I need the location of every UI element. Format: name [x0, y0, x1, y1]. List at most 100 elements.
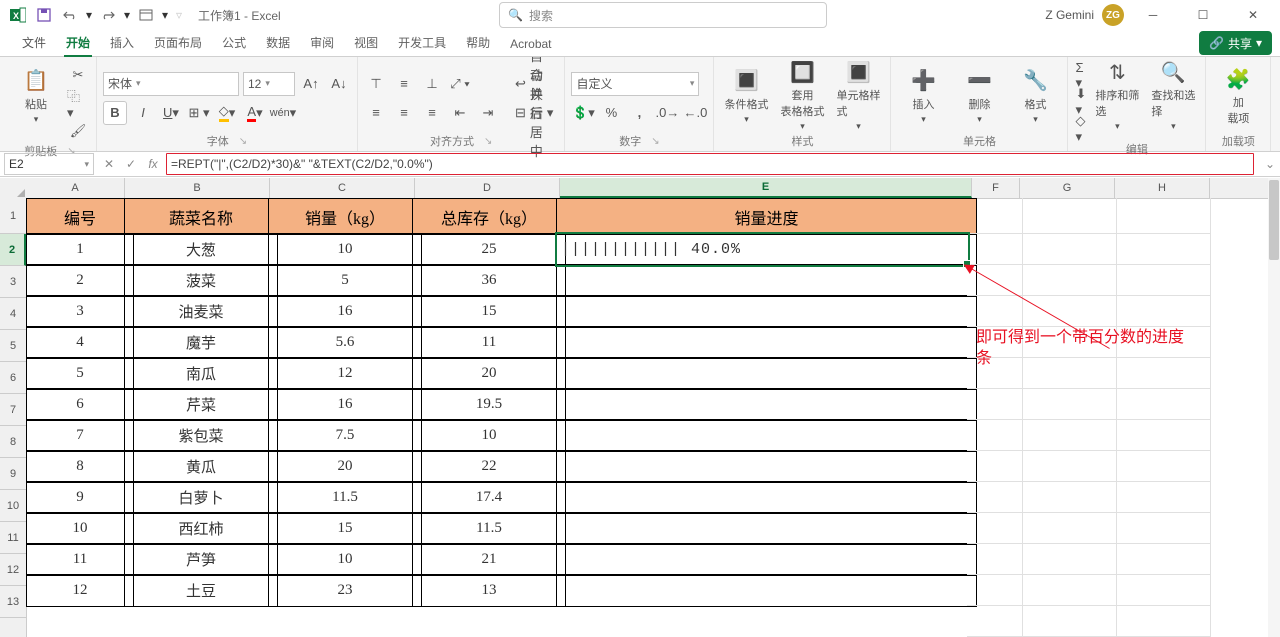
align-dialog-icon[interactable]: ↘: [484, 136, 492, 147]
bold-button[interactable]: B: [103, 101, 127, 125]
tab-review[interactable]: 审阅: [300, 29, 344, 56]
row-header-13[interactable]: 13: [0, 586, 26, 618]
cell-B6[interactable]: 南瓜: [124, 357, 278, 390]
cell-A6[interactable]: 5: [26, 357, 134, 390]
shrink-font-icon[interactable]: A↓: [327, 72, 351, 96]
search-input[interactable]: 🔍 搜索: [499, 2, 827, 28]
number-format-combo[interactable]: 自定义▾: [571, 72, 699, 96]
cell-A2[interactable]: 1: [26, 233, 134, 266]
cell-B7[interactable]: 芹菜: [124, 388, 278, 421]
col-header-A[interactable]: A: [26, 178, 125, 198]
cell-blank[interactable]: [1108, 512, 1211, 544]
conditional-format-button[interactable]: 🔳条件格式▾: [720, 63, 772, 129]
cell-D10[interactable]: 17.4: [412, 481, 566, 514]
align-center-icon[interactable]: ≡: [392, 101, 416, 125]
avatar[interactable]: ZG: [1102, 4, 1124, 26]
tab-formulas[interactable]: 公式: [212, 29, 256, 56]
row-header-4[interactable]: 4: [0, 298, 26, 330]
find-select-button[interactable]: 🔍查找和选择▾: [1147, 63, 1199, 129]
cell-B5[interactable]: 魔芋: [124, 326, 278, 359]
col-header-G[interactable]: G: [1020, 178, 1115, 198]
cell-E7[interactable]: [556, 388, 977, 421]
clear-icon[interactable]: ◇ ▾: [1074, 117, 1087, 141]
inc-decimal-icon[interactable]: .0→: [655, 101, 679, 125]
grow-font-icon[interactable]: A↑: [299, 72, 323, 96]
share-button[interactable]: 🔗共享 ▾: [1199, 31, 1272, 55]
cell-E3[interactable]: [556, 264, 977, 297]
copy-icon[interactable]: ⿻ ▾: [66, 91, 90, 115]
cell-A11[interactable]: 10: [26, 512, 134, 545]
cell-B2[interactable]: 大葱: [124, 233, 278, 266]
cell-blank[interactable]: [1014, 198, 1117, 234]
cell-blank[interactable]: [1108, 450, 1211, 482]
cell-A13[interactable]: 12: [26, 574, 134, 607]
cell-C12[interactable]: 10: [268, 543, 422, 576]
header-cell[interactable]: 编号: [26, 198, 134, 235]
cell-A10[interactable]: 9: [26, 481, 134, 514]
cell-B4[interactable]: 油麦菜: [124, 295, 278, 328]
row-header-6[interactable]: 6: [0, 362, 26, 394]
col-header-H[interactable]: H: [1115, 178, 1210, 198]
italic-button[interactable]: I: [131, 101, 155, 125]
cell-B8[interactable]: 紫包菜: [124, 419, 278, 452]
tab-home[interactable]: 开始: [56, 29, 100, 56]
cell-D7[interactable]: 19.5: [412, 388, 566, 421]
cell-A12[interactable]: 11: [26, 543, 134, 576]
dec-decimal-icon[interactable]: ←.0: [683, 101, 707, 125]
cell-A9[interactable]: 8: [26, 450, 134, 483]
formula-input[interactable]: =REPT("|",(C2/D2)*30)&" "&TEXT(C2/D2,"0.…: [166, 153, 1254, 175]
cell-D3[interactable]: 36: [412, 264, 566, 297]
paste-button[interactable]: 📋 粘贴 ▾: [10, 63, 62, 129]
header-cell[interactable]: 销量进度: [556, 198, 977, 235]
maximize-button[interactable]: ☐: [1182, 0, 1224, 30]
header-cell[interactable]: 销量（kg）: [268, 198, 422, 235]
minimize-button[interactable]: ─: [1132, 0, 1174, 30]
insert-cells-button[interactable]: ➕插入▾: [897, 63, 949, 129]
row-header-1[interactable]: 1: [0, 198, 26, 234]
cancel-formula-icon[interactable]: ✕: [100, 157, 118, 171]
excel-icon[interactable]: X: [6, 3, 30, 27]
cell-B10[interactable]: 白萝卜: [124, 481, 278, 514]
tab-help[interactable]: 帮助: [456, 29, 500, 56]
cell-blank[interactable]: [1014, 574, 1117, 606]
cell-blank[interactable]: [1108, 295, 1211, 327]
tab-acrobat[interactable]: Acrobat: [500, 32, 561, 56]
cell-A8[interactable]: 7: [26, 419, 134, 452]
format-cells-button[interactable]: 🔧格式▾: [1009, 63, 1061, 129]
cell-E5[interactable]: [556, 326, 977, 359]
tab-view[interactable]: 视图: [344, 29, 388, 56]
header-cell[interactable]: 总库存（kg）: [412, 198, 566, 235]
cell-C13[interactable]: 23: [268, 574, 422, 607]
cell-blank[interactable]: [1108, 198, 1211, 234]
cell-blank[interactable]: [1108, 605, 1211, 637]
orientation-icon[interactable]: ⤢ ▾: [448, 72, 472, 96]
row-header-2[interactable]: 2: [0, 234, 26, 266]
grid[interactable]: 编号蔬菜名称销量（kg）总库存（kg）销量进度1大葱1025||||||||||…: [26, 198, 1268, 637]
cell-blank[interactable]: [1108, 419, 1211, 451]
cell-E13[interactable]: [556, 574, 977, 607]
cell-C10[interactable]: 11.5: [268, 481, 422, 514]
cell-blank[interactable]: [1014, 450, 1117, 482]
cell-C7[interactable]: 16: [268, 388, 422, 421]
fx-icon[interactable]: fx: [144, 157, 162, 171]
fill-color-icon[interactable]: ◇ ▾: [215, 101, 239, 125]
cell-E6[interactable]: [556, 357, 977, 390]
cell-E9[interactable]: [556, 450, 977, 483]
expand-formula-icon[interactable]: ⌄: [1260, 157, 1280, 171]
enter-formula-icon[interactable]: ✓: [122, 157, 140, 171]
qat-more-icon[interactable]: ▾: [160, 3, 170, 27]
col-header-C[interactable]: C: [270, 178, 415, 198]
cell-blank[interactable]: [1014, 543, 1117, 575]
cell-blank[interactable]: [1108, 233, 1211, 265]
cell-B9[interactable]: 黄瓜: [124, 450, 278, 483]
cell-E8[interactable]: [556, 419, 977, 452]
cell-D11[interactable]: 11.5: [412, 512, 566, 545]
number-dialog-icon[interactable]: ↘: [651, 136, 659, 147]
user-name[interactable]: Z Gemini: [1045, 8, 1094, 22]
align-left-icon[interactable]: ≡: [364, 101, 388, 125]
cell-B3[interactable]: 菠菜: [124, 264, 278, 297]
close-button[interactable]: ✕: [1232, 0, 1274, 30]
cell-blank[interactable]: [1108, 481, 1211, 513]
row-header-8[interactable]: 8: [0, 426, 26, 458]
cell-A5[interactable]: 4: [26, 326, 134, 359]
